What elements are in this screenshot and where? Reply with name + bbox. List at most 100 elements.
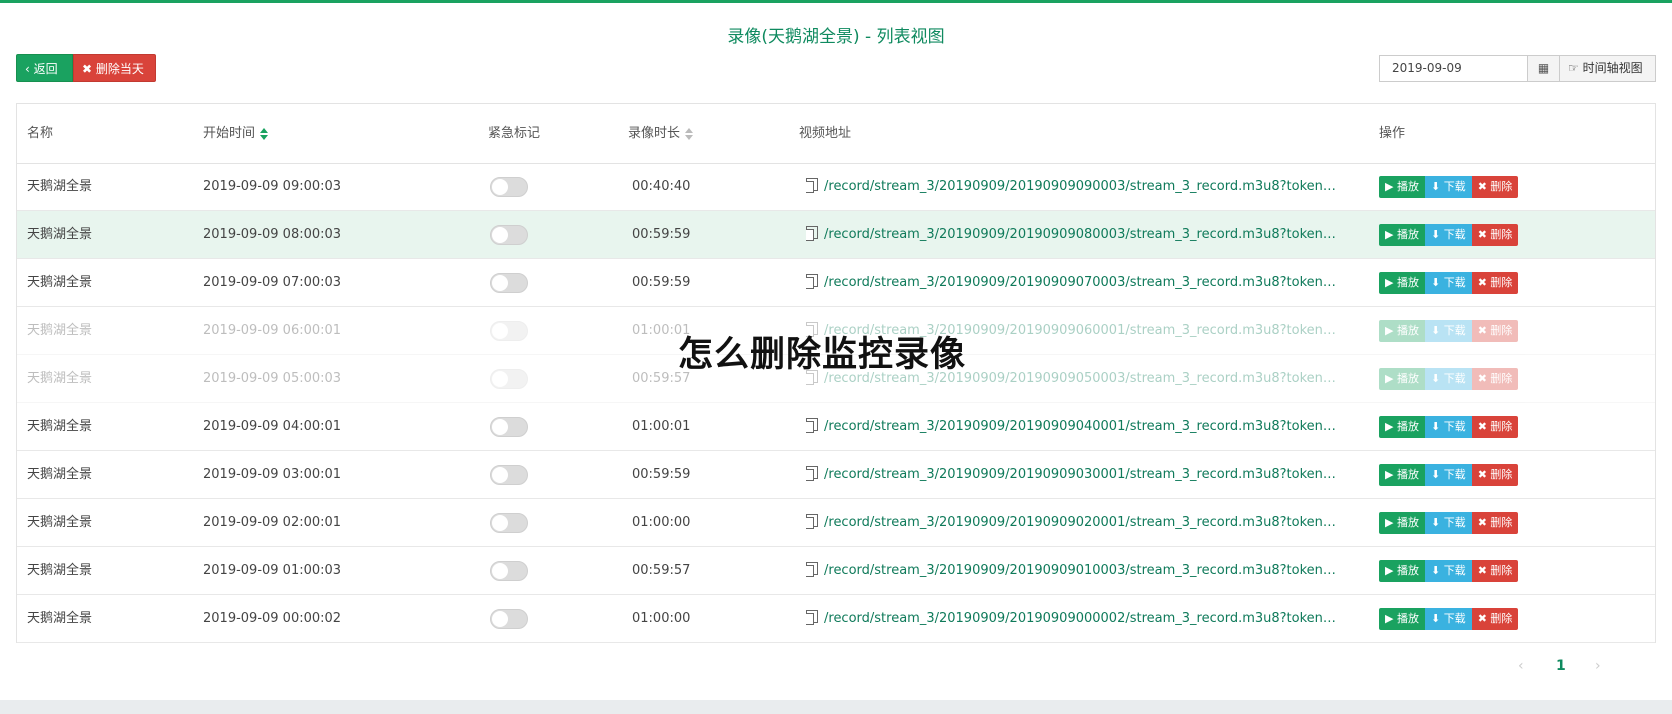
delete-button[interactable]: ✖ 删除 — [1471, 176, 1519, 198]
cell-video-url[interactable]: /record/stream_3/20190909/20190909040001… — [806, 403, 1346, 450]
copy-icon[interactable] — [806, 514, 818, 529]
copy-icon[interactable] — [806, 418, 818, 433]
cell-start-time: 2019-09-09 07:00:03 — [203, 275, 342, 290]
table-row[interactable]: 天鹅湖全景 2019-09-09 00:00:02 01:00:00/record/… — [17, 595, 1655, 643]
cell-video-url[interactable]: /record/stream_3/20190909/20190909090003… — [806, 163, 1346, 210]
sort-icon[interactable] — [259, 127, 269, 140]
download-button[interactable]: ⬇ 下载 — [1424, 320, 1472, 342]
download-button[interactable]: ⬇ 下载 — [1424, 224, 1472, 246]
row-actions: ▶ 播放 ⬇ 下载 ✖ 删除 — [1379, 224, 1519, 246]
play-button[interactable]: ▶ 播放 — [1379, 416, 1425, 438]
cell-video-url[interactable]: /record/stream_3/20190909/20190909020001… — [806, 499, 1346, 546]
download-button[interactable]: ⬇ 下载 — [1424, 368, 1472, 390]
cell-start-time: 2019-09-09 00:00:02 — [203, 611, 342, 626]
header-name: 名称 — [27, 126, 54, 141]
delete-button[interactable]: ✖ 删除 — [1471, 368, 1519, 390]
play-button[interactable]: ▶ 播放 — [1379, 464, 1425, 486]
delete-button[interactable]: ✖ 删除 — [1471, 560, 1519, 582]
table-row[interactable]: 天鹅湖全景 2019-09-09 07:00:03 00:59:59/record/… — [17, 259, 1655, 307]
emergency-toggle[interactable] — [490, 321, 528, 341]
copy-icon[interactable] — [806, 274, 818, 289]
cell-duration: 00:40:40 — [632, 179, 691, 194]
back-button[interactable]: ‹ 返回 — [16, 54, 73, 82]
header-start-time[interactable]: 开始时间 — [203, 104, 269, 163]
emergency-toggle[interactable] — [490, 609, 528, 629]
date-input[interactable]: 2019-09-09 — [1379, 55, 1528, 82]
pagination-next[interactable]: › — [1595, 658, 1601, 674]
download-button[interactable]: ⬇ 下载 — [1424, 560, 1472, 582]
copy-icon[interactable] — [806, 226, 818, 241]
copy-icon[interactable] — [806, 466, 818, 481]
page-footer-bar — [0, 700, 1672, 714]
page-title: 录像(天鹅湖全景) - 列表视图 — [727, 27, 945, 47]
copy-icon[interactable] — [806, 610, 818, 625]
cell-name: 天鹅湖全景 — [27, 515, 93, 530]
pagination-current-page[interactable]: 1 — [1556, 658, 1566, 674]
delete-button[interactable]: ✖ 删除 — [1471, 416, 1519, 438]
table-row[interactable]: 天鹅湖全景 2019-09-09 04:00:01 01:00:01/record/… — [17, 403, 1655, 451]
download-button[interactable]: ⬇ 下载 — [1424, 608, 1472, 630]
download-button[interactable]: ⬇ 下载 — [1424, 272, 1472, 294]
row-actions: ▶ 播放 ⬇ 下载 ✖ 删除 — [1379, 608, 1519, 630]
cell-name: 天鹅湖全景 — [27, 467, 93, 482]
play-button[interactable]: ▶ 播放 — [1379, 224, 1425, 246]
cell-name: 天鹅湖全景 — [27, 275, 93, 290]
cell-video-url[interactable]: /record/stream_3/20190909/20190909070003… — [806, 259, 1346, 306]
table-row[interactable]: 天鹅湖全景 2019-09-09 03:00:01 00:59:59/record/… — [17, 451, 1655, 499]
sort-icon[interactable] — [684, 127, 694, 140]
table-row[interactable]: 天鹅湖全景 2019-09-09 09:00:03 00:40:40/record/… — [17, 163, 1655, 211]
delete-button[interactable]: ✖ 删除 — [1471, 224, 1519, 246]
cell-start-time: 2019-09-09 04:00:01 — [203, 419, 342, 434]
cell-video-url[interactable]: /record/stream_3/20190909/20190909010003… — [806, 547, 1346, 594]
copy-icon[interactable] — [806, 178, 818, 193]
play-button[interactable]: ▶ 播放 — [1379, 512, 1425, 534]
play-button[interactable]: ▶ 播放 — [1379, 368, 1425, 390]
cell-video-url[interactable]: /record/stream_3/20190909/20190909080003… — [806, 211, 1346, 258]
table-row[interactable]: 天鹅湖全景 2019-09-09 01:00:03 00:59:57/record/… — [17, 547, 1655, 595]
chevron-left-icon: ‹ — [25, 62, 34, 76]
delete-day-button[interactable]: ✖ 删除当天 — [73, 54, 156, 82]
play-button[interactable]: ▶ 播放 — [1379, 560, 1425, 582]
play-button[interactable]: ▶ 播放 — [1379, 176, 1425, 198]
play-button[interactable]: ▶ 播放 — [1379, 608, 1425, 630]
download-button[interactable]: ⬇ 下载 — [1424, 176, 1472, 198]
emergency-toggle[interactable] — [490, 177, 528, 197]
calendar-button[interactable]: ▦ — [1527, 55, 1560, 82]
download-button[interactable]: ⬇ 下载 — [1424, 464, 1472, 486]
cell-name: 天鹅湖全景 — [27, 611, 93, 626]
delete-button[interactable]: ✖ 删除 — [1471, 512, 1519, 534]
hand-pointer-icon: ☞ — [1568, 61, 1583, 75]
row-actions: ▶ 播放 ⬇ 下载 ✖ 删除 — [1379, 416, 1519, 438]
timeline-view-button[interactable]: ☞ 时间轴视图 — [1559, 55, 1656, 82]
delete-button[interactable]: ✖ 删除 — [1471, 272, 1519, 294]
pagination-prev[interactable]: ‹ — [1518, 658, 1524, 674]
table-row[interactable]: 天鹅湖全景 2019-09-09 02:00:01 01:00:00/record/… — [17, 499, 1655, 547]
delete-button[interactable]: ✖ 删除 — [1471, 464, 1519, 486]
emergency-toggle[interactable] — [490, 417, 528, 437]
delete-button[interactable]: ✖ 删除 — [1471, 320, 1519, 342]
emergency-toggle[interactable] — [490, 513, 528, 533]
close-icon: ✖ — [82, 62, 96, 76]
delete-button[interactable]: ✖ 删除 — [1471, 608, 1519, 630]
cell-name: 天鹅湖全景 — [27, 371, 93, 386]
table-row[interactable]: 天鹅湖全景 2019-09-09 08:00:03 00:59:59/record/… — [17, 211, 1655, 259]
emergency-toggle[interactable] — [490, 273, 528, 293]
cell-start-time: 2019-09-09 09:00:03 — [203, 179, 342, 194]
cell-name: 天鹅湖全景 — [27, 227, 93, 242]
cell-video-url[interactable]: /record/stream_3/20190909/20190909000002… — [806, 595, 1346, 642]
header-actions: 操作 — [1379, 126, 1406, 141]
copy-icon[interactable] — [806, 562, 818, 577]
cell-duration: 00:59:59 — [632, 467, 691, 482]
play-button[interactable]: ▶ 播放 — [1379, 320, 1425, 342]
header-duration[interactable]: 录像时长 — [628, 104, 694, 163]
download-button[interactable]: ⬇ 下载 — [1424, 416, 1472, 438]
header-url: 视频地址 — [799, 126, 852, 141]
cell-video-url[interactable]: /record/stream_3/20190909/20190909030001… — [806, 451, 1346, 498]
play-button[interactable]: ▶ 播放 — [1379, 272, 1425, 294]
emergency-toggle[interactable] — [490, 561, 528, 581]
overlay-caption: 怎么删除监控录像 — [678, 335, 967, 375]
emergency-toggle[interactable] — [490, 465, 528, 485]
download-button[interactable]: ⬇ 下载 — [1424, 512, 1472, 534]
emergency-toggle[interactable] — [490, 225, 528, 245]
emergency-toggle[interactable] — [490, 369, 528, 389]
